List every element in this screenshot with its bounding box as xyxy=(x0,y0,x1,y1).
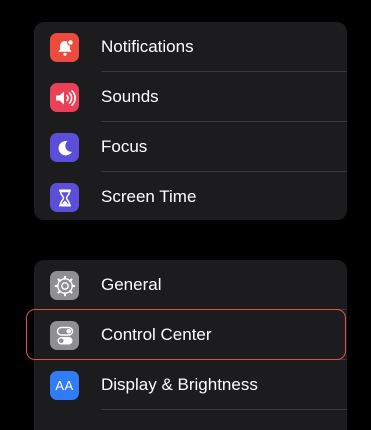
settings-row-label: Display & Brightness xyxy=(101,375,258,394)
row-divider xyxy=(101,409,347,410)
settings-row-label: Sounds xyxy=(101,87,159,106)
settings-row-label: Notifications xyxy=(101,37,194,56)
settings-group-notifications: Notifications Sounds Focus Screen Time xyxy=(34,22,347,220)
speaker-wave-icon xyxy=(50,83,79,112)
settings-row-sounds[interactable]: Sounds xyxy=(34,72,347,122)
control-center-highlight xyxy=(26,309,346,360)
text-size-icon-glyph: AA xyxy=(55,378,74,393)
text-size-icon: AA xyxy=(50,371,79,400)
settings-row-general[interactable]: General xyxy=(34,260,347,310)
moon-icon xyxy=(50,133,79,162)
bell-badge-icon xyxy=(50,33,79,62)
settings-row-notifications[interactable]: Notifications xyxy=(34,22,347,72)
settings-row-display-brightness[interactable]: AA Display & Brightness xyxy=(34,360,347,410)
settings-row-label: General xyxy=(101,275,162,294)
settings-row-focus[interactable]: Focus xyxy=(34,122,347,172)
settings-row-label: Screen Time xyxy=(101,187,197,206)
settings-row-screen-time[interactable]: Screen Time xyxy=(34,172,347,220)
settings-row-label: Focus xyxy=(101,137,148,156)
hourglass-icon xyxy=(50,183,79,212)
gear-icon xyxy=(50,271,79,300)
